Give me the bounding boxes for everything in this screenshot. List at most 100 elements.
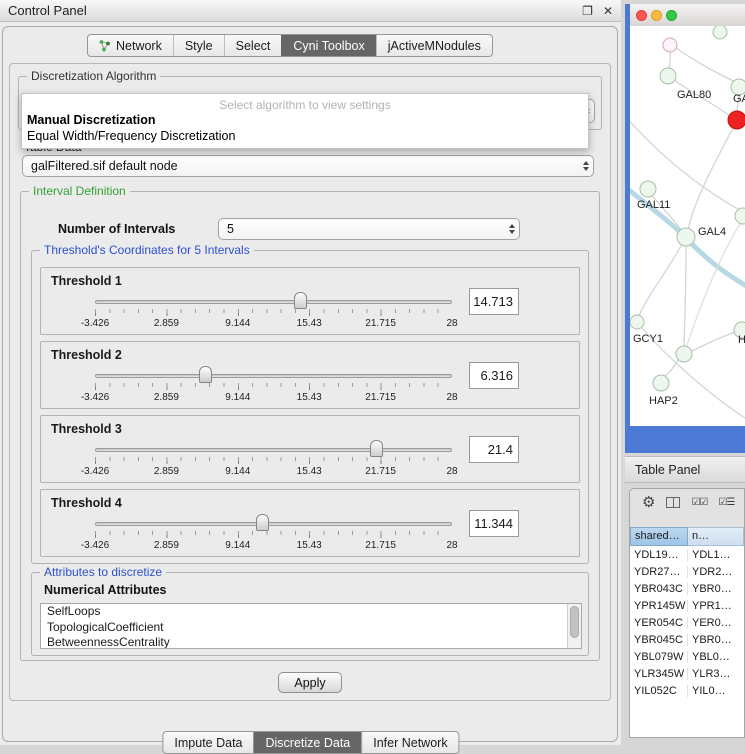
threshold-label: Threshold 2 (51, 348, 122, 362)
minimize-traffic-icon[interactable] (651, 10, 662, 21)
list-item[interactable]: TopologicalCoefficient (41, 620, 581, 636)
column-header-shared-name[interactable]: shared… (630, 527, 688, 546)
cell[interactable]: YBR045C (630, 634, 688, 646)
cell[interactable]: YDL19… (630, 549, 688, 561)
network-node[interactable] (676, 346, 692, 362)
network-node[interactable] (677, 228, 695, 246)
list-item[interactable]: BetweennessCentrality (41, 635, 581, 649)
slider-track[interactable] (95, 374, 452, 378)
network-node-highlighted[interactable] (728, 111, 745, 129)
close-icon[interactable]: ✕ (603, 5, 613, 17)
tab-style[interactable]: Style (173, 35, 224, 56)
tab-network[interactable]: Network (88, 35, 173, 56)
cell[interactable]: YLR345W (630, 668, 688, 680)
network-node[interactable] (713, 26, 727, 39)
cell[interactable]: YDR27… (630, 566, 688, 578)
tick-label: 2.859 (154, 392, 179, 403)
cell[interactable]: YBR0… (688, 634, 744, 646)
tab-infer-label: Infer Network (373, 736, 447, 750)
threshold-slider[interactable]: -3.426 2.859 9.144 15.43 21.715 28 (95, 438, 452, 482)
cell[interactable]: YBR043C (630, 583, 688, 595)
network-canvas[interactable]: GAL80 GA GAL11 GAL4 GCY1 HAP2 H (630, 26, 745, 426)
tab-cyni-toolbox[interactable]: Cyni Toolbox (281, 35, 375, 56)
cell[interactable]: YDR2… (688, 566, 744, 578)
slider-track[interactable] (95, 522, 452, 526)
table-row[interactable]: YDR27…YDR2… (630, 563, 744, 580)
threshold-value-field[interactable]: 21.4 (469, 436, 519, 463)
discretization-algorithm-legend: Discretization Algorithm (27, 69, 160, 83)
attributes-list[interactable]: SelfLoops TopologicalCoefficient Between… (40, 603, 582, 649)
network-node[interactable] (663, 38, 677, 52)
table-row[interactable]: YPR145WYPR1… (630, 597, 744, 614)
table-toolbar: ⚙ ☑☑ ☑☰ (630, 489, 744, 527)
threshold-value-field[interactable]: 6.316 (469, 362, 519, 389)
dropdown-option-manual[interactable]: Manual Discretization (22, 112, 588, 128)
network-node[interactable] (630, 315, 644, 329)
cell[interactable]: YDL1… (688, 549, 744, 561)
cell[interactable]: YPR145W (630, 600, 688, 612)
cell[interactable]: YER054C (630, 617, 688, 629)
stepper-icon (583, 161, 589, 171)
cell[interactable]: YIL0… (688, 685, 744, 697)
table-body[interactable]: YDL19…YDL1… YDR27…YDR2… YBR043CYBR0… YPR… (630, 546, 744, 737)
table-data-select[interactable]: galFiltered.sif default node (22, 155, 594, 177)
slider-thumb[interactable] (294, 292, 307, 309)
float-icon[interactable]: ❐ (582, 5, 593, 17)
column-header-name[interactable]: n… (688, 527, 744, 546)
list-scrollbar[interactable] (567, 604, 581, 648)
control-panel-titlebar: Control Panel ❐ ✕ (0, 0, 621, 22)
threshold-value-field[interactable]: 14.713 (469, 288, 519, 315)
thresholds-legend: Threshold's Coordinates for 5 Intervals (40, 243, 254, 257)
tab-infer-network[interactable]: Infer Network (361, 732, 458, 753)
gear-icon[interactable]: ⚙ (642, 495, 655, 510)
table-row[interactable]: YBR045CYBR0… (630, 631, 744, 648)
cell[interactable]: YPR1… (688, 600, 744, 612)
network-node[interactable] (653, 375, 669, 391)
threshold-slider[interactable]: -3.426 2.859 9.144 15.43 21.715 28 (95, 512, 452, 556)
close-traffic-icon[interactable] (636, 10, 647, 21)
network-node[interactable] (735, 208, 745, 224)
threshold-slider[interactable]: -3.426 2.859 9.144 15.43 21.715 28 (95, 364, 452, 408)
cell[interactable]: YBL0… (688, 651, 744, 663)
slider-track[interactable] (95, 448, 452, 452)
tick-label: 9.144 (225, 392, 250, 403)
table-row[interactable]: YER054CYER0… (630, 614, 744, 631)
network-node-label: GCY1 (633, 333, 663, 345)
tab-impute-data[interactable]: Impute Data (163, 732, 253, 753)
table-row[interactable]: YDL19…YDL1… (630, 546, 744, 563)
tick-label: 21.715 (365, 540, 396, 551)
slider-thumb[interactable] (199, 366, 212, 383)
cell[interactable]: YIL052C (630, 685, 688, 697)
threshold-slider[interactable]: -3.426 2.859 9.144 15.43 21.715 28 (95, 290, 452, 334)
cell[interactable]: YLR3… (688, 668, 744, 680)
cell[interactable]: YBR0… (688, 583, 744, 595)
network-node[interactable] (660, 68, 676, 84)
tab-select[interactable]: Select (224, 35, 282, 56)
table-panel-bar[interactable]: Table Panel (625, 456, 745, 483)
slider-track[interactable] (95, 300, 452, 304)
table-row[interactable]: YBR043CYBR0… (630, 580, 744, 597)
select-all-icon[interactable]: ☑☑ (691, 497, 707, 508)
row-select-icon[interactable]: ☑☰ (718, 497, 734, 508)
threshold-value-field[interactable]: 11.344 (469, 510, 519, 537)
threshold-panel-2: Threshold 2 -3.426 2.859 9.144 15.43 21.… (40, 341, 580, 409)
dropdown-option-equal-width[interactable]: Equal Width/Frequency Discretization (22, 128, 588, 144)
scrollbar-thumb[interactable] (570, 606, 579, 638)
tick-label: 21.715 (365, 392, 396, 403)
slider-thumb[interactable] (370, 440, 383, 457)
cell[interactable]: YBL079W (630, 651, 688, 663)
table-row[interactable]: YIL052CYIL0… (630, 682, 744, 699)
table-row[interactable]: YBL079WYBL0… (630, 648, 744, 665)
zoom-traffic-icon[interactable] (666, 10, 677, 21)
tick-label: 15.43 (297, 392, 322, 403)
network-node[interactable] (640, 181, 656, 197)
tab-discretize-data[interactable]: Discretize Data (254, 732, 362, 753)
columns-icon[interactable] (666, 497, 680, 508)
cell[interactable]: YER0… (688, 617, 744, 629)
table-row[interactable]: YLR345WYLR3… (630, 665, 744, 682)
list-item[interactable]: SelfLoops (41, 604, 581, 620)
tab-jactivemnodules[interactable]: jActiveMNodules (376, 35, 492, 56)
slider-thumb[interactable] (256, 514, 269, 531)
apply-button[interactable]: Apply (278, 672, 342, 693)
number-of-intervals-select[interactable]: 5 (218, 218, 520, 240)
